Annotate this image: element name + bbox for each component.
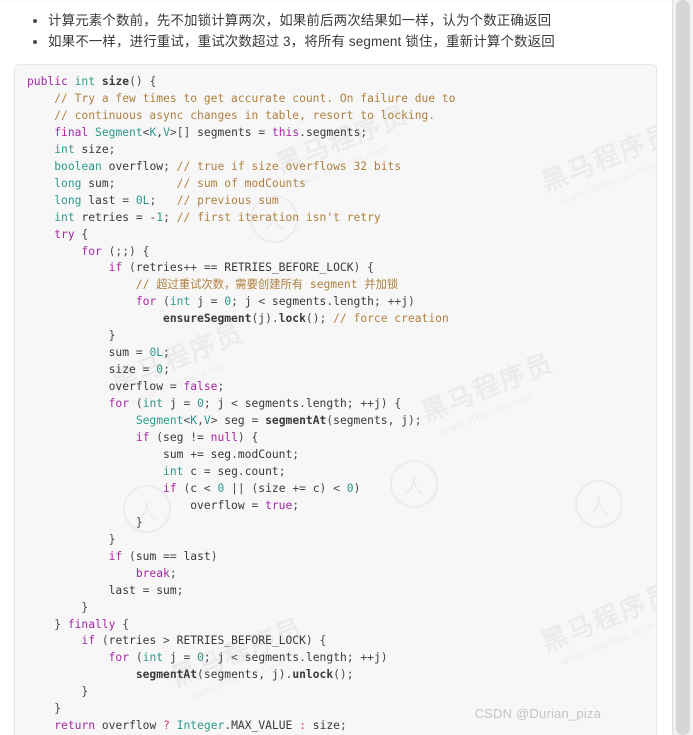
page-top-edge — [0, 0, 673, 2]
bullet-point-icon — [33, 40, 37, 44]
code-block[interactable]: 黑马程序员 www.itheima.com 黑马程序员 www.itheima.… — [14, 64, 657, 735]
list-item-text: 计算元素个数前，先不加锁计算两次，如果前后两次结果如一样，认为个数正确返回 — [48, 13, 552, 28]
scrollbar-thumb[interactable] — [676, 0, 690, 735]
document-page: 计算元素个数前，先不加锁计算两次，如果前后两次结果如一样，认为个数正确返回 如果… — [0, 0, 673, 735]
list-item: 计算元素个数前，先不加锁计算两次，如果前后两次结果如一样，认为个数正确返回 — [0, 10, 673, 31]
list-item-text: 如果不一样，进行重试，重试次数超过 3，将所有 segment 锁住，重新计算个… — [48, 34, 555, 49]
source-code[interactable]: public int size() { // Try a few times t… — [15, 74, 656, 735]
list-item: 如果不一样，进行重试，重试次数超过 3，将所有 segment 锁住，重新计算个… — [0, 31, 673, 52]
page-scrollbar[interactable] — [672, 0, 693, 735]
bullet-point-icon — [33, 19, 37, 23]
summary-bullet-list: 计算元素个数前，先不加锁计算两次，如果前后两次结果如一样，认为个数正确返回 如果… — [0, 0, 673, 52]
csdn-attribution: CSDN @Durian_piza — [474, 706, 601, 721]
